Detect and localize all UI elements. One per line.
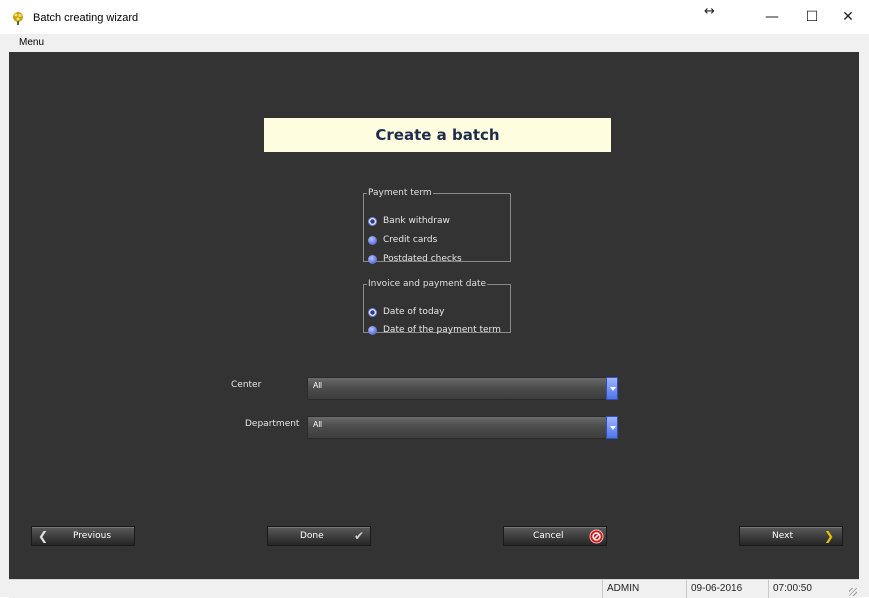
radio-label: Credit cards — [383, 235, 438, 245]
radio-bank-withdraw[interactable]: Bank withdraw — [368, 214, 450, 228]
resize-grip-icon[interactable] — [849, 588, 857, 596]
app-window: Batch creating wizard ↔ — ☐ ✕ Menu Creat… — [0, 0, 869, 598]
app-icon — [13, 12, 23, 25]
status-bar: ADMIN 09-06-2016 07:00:50 — [9, 579, 859, 598]
close-button[interactable]: ✕ — [828, 0, 868, 34]
status-date: 09-06-2016 — [686, 580, 768, 598]
done-label: Done — [300, 531, 324, 541]
radio-credit-cards[interactable]: Credit cards — [368, 233, 437, 247]
window-title: Batch creating wizard — [33, 12, 139, 24]
status-user: ADMIN — [602, 580, 686, 598]
center-select[interactable]: All — [307, 377, 618, 400]
department-value: All — [313, 420, 322, 429]
department-label: Department — [245, 419, 300, 429]
next-button[interactable]: Next ❯ — [739, 526, 843, 546]
center-label: Center — [231, 380, 262, 390]
maximize-button[interactable]: ☐ — [792, 0, 832, 34]
previous-button[interactable]: ❮ Previous — [31, 526, 135, 546]
radio-postdated-checks[interactable]: Postdated checks — [368, 252, 462, 266]
arrow-right-icon: ❯ — [824, 529, 835, 543]
done-button[interactable]: Done ✔ — [267, 526, 371, 546]
radio-date-of-payment-term[interactable]: Date of the payment term — [368, 323, 501, 337]
status-time: 07:00:50 — [768, 580, 850, 598]
chevron-down-icon[interactable] — [606, 416, 618, 439]
radio-unchecked-icon — [368, 325, 377, 335]
radio-checked-icon — [368, 216, 377, 226]
radio-label: Date of the payment term — [383, 325, 501, 335]
arrow-left-icon: ❮ — [38, 529, 49, 543]
wizard-panel: Create a batch Payment term Bank withdra… — [9, 52, 859, 579]
chevron-down-icon[interactable] — [606, 377, 618, 400]
next-label: Next — [772, 531, 793, 541]
minimize-button[interactable]: — — [752, 0, 792, 34]
previous-label: Previous — [73, 531, 112, 541]
payment-term-legend: Payment term — [368, 188, 432, 198]
radio-date-of-today[interactable]: Date of today — [368, 305, 445, 319]
cancel-button[interactable]: Cancel — [503, 526, 607, 546]
checkmark-icon: ✔ — [354, 529, 365, 543]
menu-bar: Menu — [9, 34, 859, 52]
cancel-icon — [589, 529, 604, 544]
radio-unchecked-icon — [368, 254, 377, 264]
invoice-date-legend: Invoice and payment date — [368, 279, 487, 289]
resize-icon: ↔ — [704, 4, 715, 19]
radio-label: Postdated checks — [383, 254, 462, 264]
department-select[interactable]: All — [307, 416, 618, 439]
radio-unchecked-icon — [368, 235, 377, 245]
cancel-label: Cancel — [533, 531, 564, 541]
radio-label: Bank withdraw — [383, 216, 450, 226]
radio-label: Date of today — [383, 307, 445, 317]
radio-checked-icon — [368, 307, 377, 317]
menu-item-menu[interactable]: Menu — [19, 37, 44, 48]
invoice-date-group: Invoice and payment date Date of today D… — [363, 279, 511, 335]
payment-term-group: Payment term Bank withdraw Credit cards … — [363, 188, 511, 264]
page-title: Create a batch — [264, 118, 611, 152]
title-bar[interactable]: Batch creating wizard ↔ — ☐ ✕ — [0, 0, 869, 34]
center-value: All — [313, 381, 322, 390]
